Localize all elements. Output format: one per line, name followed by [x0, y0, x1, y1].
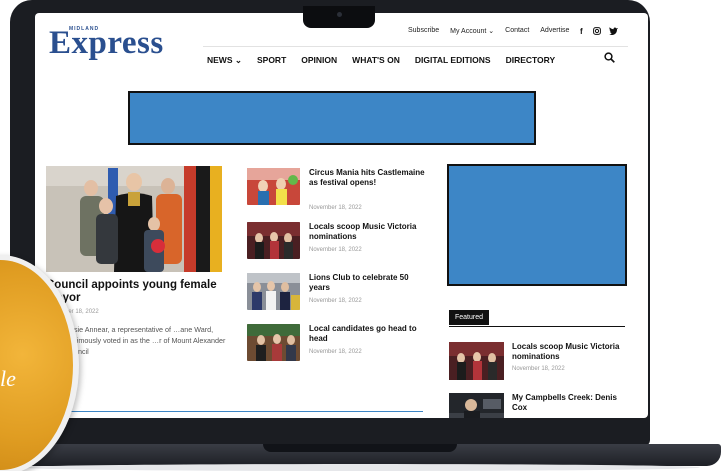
advertise-link[interactable]: Advertise: [540, 27, 569, 35]
main-article-image[interactable]: [46, 166, 222, 272]
list-item[interactable]: Lions Club to celebrate 50 years Novembe…: [247, 273, 432, 317]
sidebar-ad[interactable]: [447, 164, 627, 286]
laptop-bezel: MIDLAND Express Subscribe My Account ⌄ C…: [10, 0, 650, 446]
laptop-base-notch: [263, 444, 457, 452]
list-item-thumbnail: [247, 273, 300, 310]
list-item-title[interactable]: Local candidates go head to head: [309, 324, 429, 344]
featured-item-title[interactable]: My Campbells Creek: Denis Cox: [512, 393, 630, 413]
header-divider: [203, 46, 628, 47]
list-item-title[interactable]: Locals scoop Music Victoria nominations: [309, 222, 429, 242]
subscribe-link[interactable]: Subscribe: [408, 27, 439, 35]
top-links: Subscribe My Account ⌄ Contact Advertise: [408, 27, 569, 35]
list-item-thumbnail: [247, 222, 300, 259]
list-item[interactable]: Local candidates go head to head Novembe…: [247, 324, 432, 370]
main-nav: NEWS ⌄ SPORT OPINION WHAT'S ON DIGITAL E…: [207, 55, 555, 66]
stage: MIDLAND Express Subscribe My Account ⌄ C…: [0, 0, 721, 471]
sticker-text: le: [0, 366, 16, 391]
list-item-title[interactable]: Circus Mania hits Castlemaine as festiva…: [309, 168, 429, 188]
list-item[interactable]: Locals scoop Music Victoria nominations …: [247, 222, 432, 266]
featured-divider: [449, 326, 625, 327]
list-item-thumbnail: [247, 168, 300, 205]
site-logo[interactable]: Express: [49, 25, 164, 62]
list-item-date: November 18, 2022: [309, 349, 362, 355]
nav-directory[interactable]: DIRECTORY: [506, 55, 556, 66]
list-item-thumbnail: [247, 324, 300, 361]
featured-item-title[interactable]: Locals scoop Music Victoria nominations: [512, 342, 630, 362]
featured-label: Featured: [449, 310, 490, 325]
featured-item-thumbnail: [449, 342, 504, 380]
camera-icon: [337, 12, 342, 17]
nav-digital-editions[interactable]: DIGITAL EDITIONS: [415, 55, 491, 66]
list-item-date: November 18, 2022: [309, 247, 362, 253]
instagram-icon[interactable]: [593, 27, 601, 37]
twitter-icon[interactable]: [609, 27, 618, 37]
contact-link[interactable]: Contact: [505, 27, 529, 35]
nav-whats-on[interactable]: WHAT'S ON: [352, 55, 400, 66]
search-icon[interactable]: [604, 52, 615, 66]
nav-news[interactable]: NEWS ⌄: [207, 55, 242, 66]
facebook-icon[interactable]: f: [580, 27, 583, 36]
featured-item[interactable]: My Campbells Creek: Denis Cox: [449, 393, 629, 418]
list-item-title[interactable]: Lions Club to celebrate 50 years: [309, 273, 429, 293]
my-account-link[interactable]: My Account ⌄: [450, 27, 494, 35]
featured-item-date: November 18, 2022: [512, 366, 565, 372]
list-item[interactable]: Circus Mania hits Castlemaine as festiva…: [247, 168, 432, 216]
camera-notch: [303, 6, 375, 28]
section-divider: [46, 411, 423, 412]
list-item-date: November 18, 2022: [309, 298, 362, 304]
nav-opinion[interactable]: OPINION: [301, 55, 337, 66]
laptop-shadow: [20, 464, 700, 471]
browser-screen: MIDLAND Express Subscribe My Account ⌄ C…: [35, 13, 648, 418]
main-article-title[interactable]: Council appoints young female mayor: [46, 279, 226, 305]
featured-item-thumbnail: [449, 393, 504, 418]
featured-item[interactable]: Locals scoop Music Victoria nominations …: [449, 342, 629, 382]
list-item-date: November 18, 2022: [309, 205, 362, 211]
nav-sport[interactable]: SPORT: [257, 55, 286, 66]
banner-ad[interactable]: [128, 91, 536, 145]
